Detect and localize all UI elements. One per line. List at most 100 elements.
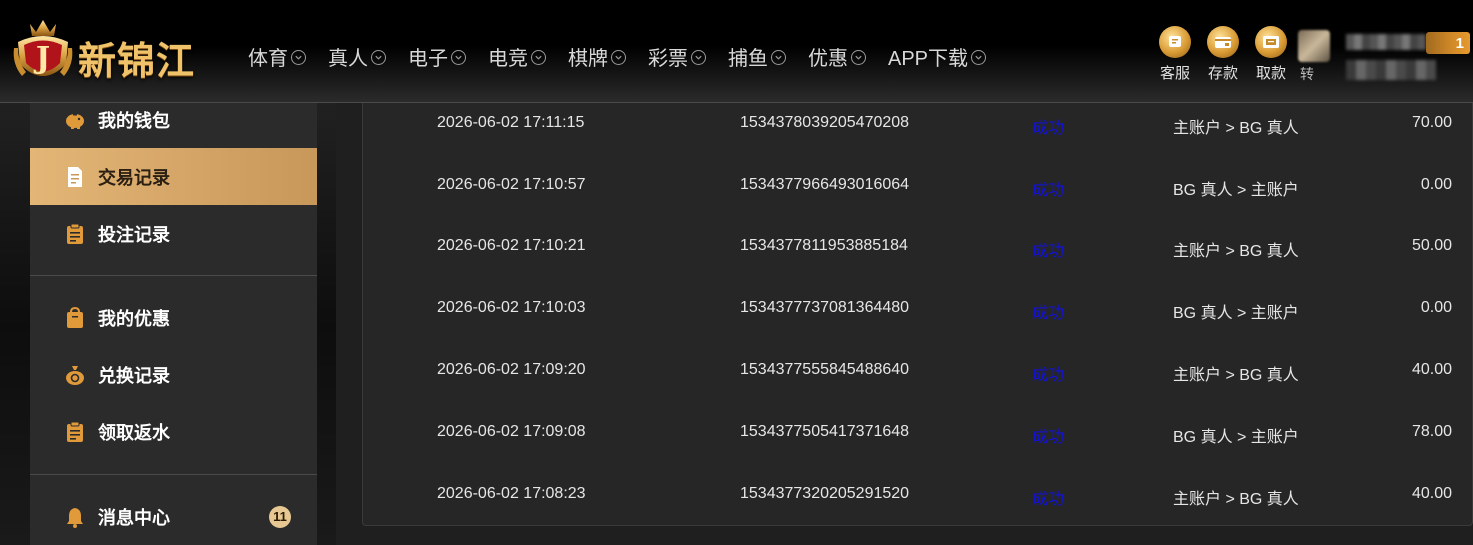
transaction-amount: 78.00 <box>1411 423 1452 440</box>
transaction-transfer: 主账户 > BG 真人 <box>1173 367 1299 384</box>
transaction-time: 2026-06-02 17:10:03 <box>437 299 586 316</box>
clipboard-icon <box>64 421 86 443</box>
chevron-down-icon <box>611 49 626 65</box>
sidebar-divider <box>30 474 317 475</box>
user-account-area[interactable]: 转 1 <box>1296 28 1473 84</box>
gift-bag-icon <box>64 306 86 329</box>
atm-card-icon <box>1255 26 1287 58</box>
transaction-id: 1534377737081364480 <box>740 299 910 316</box>
table-row[interactable]: 2026-06-02 17:10:21 1534377811953885184 … <box>363 228 1473 268</box>
table-row[interactable]: 2026-06-02 17:08:23 1534377320205291520 … <box>363 476 1473 516</box>
nav-esports[interactable]: 电竞 <box>488 41 546 71</box>
transaction-time: 2026-06-02 17:10:57 <box>437 176 586 193</box>
piggy-bank-icon <box>64 109 86 131</box>
bell-icon <box>64 506 86 528</box>
transaction-amount: 40.00 <box>1411 485 1452 502</box>
sidebar-item-transaction-records[interactable]: 交易记录 <box>30 148 317 205</box>
transaction-status: 成功 <box>1032 491 1065 508</box>
nav-chess-cards[interactable]: 棋牌 <box>568 41 626 71</box>
transaction-amount: 50.00 <box>1411 237 1452 254</box>
nav-slots[interactable]: 电子 <box>408 41 466 71</box>
brand-name: 新锦江 <box>78 39 196 83</box>
transaction-amount: 40.00 <box>1411 361 1452 378</box>
sidebar-item-bet-records[interactable]: 投注记录 <box>30 205 317 262</box>
transaction-id: 1534377966493016064 <box>740 176 910 193</box>
app-root: J 新锦江 体育 真人 电子 电竞 棋牌 彩票 捕鱼 优惠 APP下载 客服 存… <box>0 0 1473 545</box>
transaction-time: 2026-06-02 17:09:20 <box>437 361 586 378</box>
wallet-icon <box>1207 26 1239 58</box>
sidebar-item-my-promotions[interactable]: 我的优惠 <box>30 289 317 346</box>
transaction-transfer: BG 真人 > 主账户 <box>1173 305 1299 322</box>
svg-text:J: J <box>33 41 50 76</box>
customer-service-button[interactable]: 客服 <box>1152 26 1198 83</box>
transaction-status: 成功 <box>1032 429 1065 446</box>
message-count-badge: 11 <box>269 505 291 528</box>
transaction-table: 2026-06-02 17:11:15 1534378039205470208 … <box>362 103 1473 526</box>
transfer-label-partial: 转 <box>1300 66 1314 82</box>
transaction-id: 1534377320205291520 <box>740 485 910 502</box>
chevron-down-icon <box>691 49 706 65</box>
clipboard-icon <box>64 223 86 245</box>
table-row[interactable]: 2026-06-02 17:10:57 1534377966493016064 … <box>363 167 1473 207</box>
document-icon <box>64 166 86 188</box>
transaction-transfer: 主账户 > BG 真人 <box>1173 120 1299 137</box>
transaction-amount: 70.00 <box>1411 114 1452 131</box>
balance-redacted <box>1346 60 1436 80</box>
nav-lottery[interactable]: 彩票 <box>648 41 706 71</box>
account-sidebar: 我的钱包 交易记录 投注记录 我的优惠 兑换记录 领取返水 消息中心 11 <box>30 103 317 545</box>
transaction-transfer: BG 真人 > 主账户 <box>1173 182 1299 199</box>
transaction-time: 2026-06-02 17:08:23 <box>437 485 586 502</box>
nav-fishing[interactable]: 捕鱼 <box>728 41 786 71</box>
transaction-status: 成功 <box>1032 305 1065 322</box>
money-bag-icon <box>64 364 86 386</box>
withdraw-button[interactable]: 取款 <box>1248 26 1294 83</box>
chevron-down-icon <box>371 49 386 65</box>
transaction-id: 1534377811953885184 <box>740 237 908 254</box>
chat-icon <box>1159 26 1191 58</box>
main-nav: 体育 真人 电子 电竞 棋牌 彩票 捕鱼 优惠 APP下载 <box>248 41 1008 71</box>
transaction-time: 2026-06-02 17:11:15 <box>437 114 585 131</box>
table-row[interactable]: 2026-06-02 17:09:08 1534377505417371648 … <box>363 414 1473 454</box>
sidebar-divider <box>30 275 317 276</box>
chevron-down-icon <box>971 49 987 65</box>
main-content: 2026-06-02 17:11:15 1534378039205470208 … <box>336 103 1473 545</box>
sidebar-item-exchange-records[interactable]: 兑换记录 <box>30 346 317 403</box>
sidebar-item-message-center[interactable]: 消息中心 11 <box>30 488 317 545</box>
nav-sports[interactable]: 体育 <box>248 41 306 71</box>
nav-promotions[interactable]: 优惠 <box>808 41 866 71</box>
transaction-status: 成功 <box>1032 367 1065 384</box>
table-row[interactable]: 2026-06-02 17:10:03 1534377737081364480 … <box>363 290 1473 330</box>
transaction-status: 成功 <box>1032 243 1065 260</box>
chevron-down-icon <box>851 49 866 65</box>
transaction-amount: 0.00 <box>1420 299 1452 316</box>
transaction-time: 2026-06-02 17:10:21 <box>437 237 586 254</box>
crown-shield-icon: J <box>13 20 73 76</box>
table-row[interactable]: 2026-06-02 17:09:20 1534377555845488640 … <box>363 352 1473 392</box>
table-row[interactable]: 2026-06-02 17:11:15 1534378039205470208 … <box>363 105 1473 145</box>
brand-logo[interactable]: J 新锦江 <box>12 18 217 88</box>
transaction-transfer: 主账户 > BG 真人 <box>1173 491 1299 508</box>
username-redacted <box>1346 34 1426 50</box>
nav-live-casino[interactable]: 真人 <box>328 41 386 71</box>
transaction-transfer: BG 真人 > 主账户 <box>1173 429 1299 446</box>
transaction-id: 1534377505417371648 <box>740 423 910 440</box>
vip-level-badge: 1 <box>1426 32 1470 54</box>
nav-app-download[interactable]: APP下载 <box>888 41 987 71</box>
transaction-id: 1534377555845488640 <box>740 361 910 378</box>
transaction-amount: 0.00 <box>1420 176 1452 193</box>
deposit-button[interactable]: 存款 <box>1200 26 1246 83</box>
transaction-status: 成功 <box>1032 182 1065 199</box>
transaction-transfer: 主账户 > BG 真人 <box>1173 243 1299 260</box>
chevron-down-icon <box>291 49 306 65</box>
chevron-down-icon <box>771 49 786 65</box>
chevron-down-icon <box>451 49 466 65</box>
transaction-time: 2026-06-02 17:09:08 <box>437 423 586 440</box>
transaction-id: 1534378039205470208 <box>740 114 910 131</box>
top-header: J 新锦江 体育 真人 电子 电竞 棋牌 彩票 捕鱼 优惠 APP下载 客服 存… <box>0 0 1473 103</box>
chevron-down-icon <box>531 49 546 65</box>
avatar <box>1298 30 1330 62</box>
sidebar-item-claim-rebate[interactable]: 领取返水 <box>30 403 317 460</box>
sidebar-item-my-wallet[interactable]: 我的钱包 <box>30 91 317 148</box>
transaction-status: 成功 <box>1032 120 1065 137</box>
header-actions: 客服 存款 取款 <box>1152 26 1296 83</box>
